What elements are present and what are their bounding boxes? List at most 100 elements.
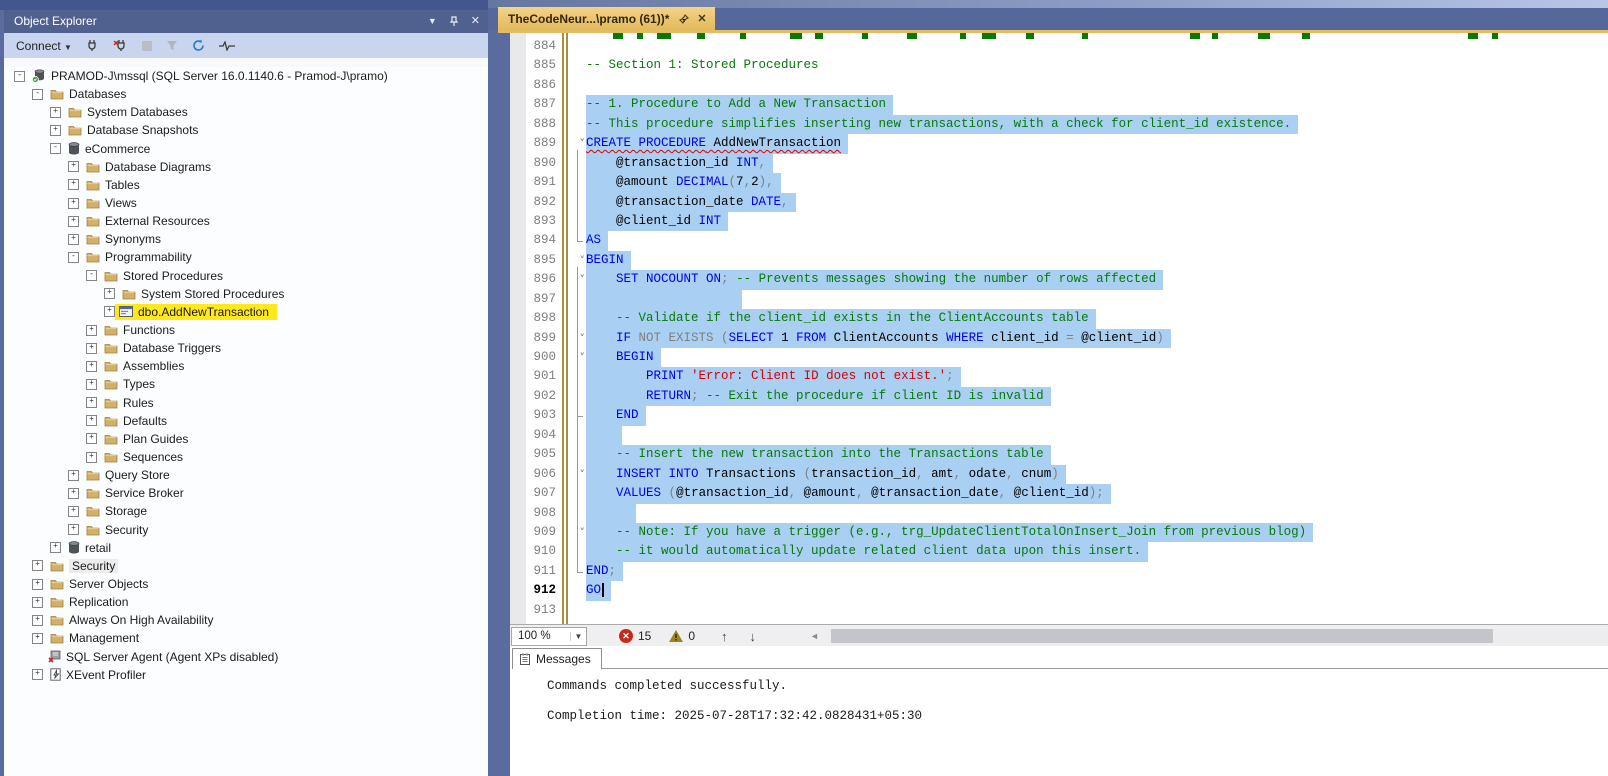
collapse-minus-icon[interactable]: - bbox=[68, 251, 79, 263]
code-line-891[interactable]: 891 @amount DECIMAL(7,2), bbox=[510, 173, 1608, 193]
expand-plus-icon[interactable]: + bbox=[68, 215, 79, 227]
expand-plus-icon[interactable]: + bbox=[50, 106, 61, 118]
fold-chevron-icon[interactable]: ˅ bbox=[580, 330, 586, 347]
expand-plus-icon[interactable]: + bbox=[32, 614, 43, 626]
document-tab[interactable]: TheCodeNeur...\pramo (61))* ✕ bbox=[498, 7, 715, 30]
fold-chevron-icon[interactable]: ˅ bbox=[580, 466, 586, 483]
expand-plus-icon[interactable]: + bbox=[50, 124, 61, 136]
tree-item-sql-server-agent-agent-xps-disabled[interactable]: SQL Server Agent (Agent XPs disabled) bbox=[4, 648, 488, 666]
expand-plus-icon[interactable]: + bbox=[32, 669, 43, 681]
code-line-911[interactable]: 911 END; bbox=[510, 561, 1608, 582]
code-line-892[interactable]: 892 @transaction_date DATE, bbox=[510, 192, 1608, 212]
tab-messages[interactable]: Messages bbox=[512, 648, 602, 669]
tree-item-defaults[interactable]: + Defaults bbox=[4, 412, 488, 430]
expand-plus-icon[interactable]: + bbox=[104, 288, 115, 300]
scrollbar-thumb[interactable] bbox=[830, 629, 1493, 643]
scroll-left-arrow-icon[interactable]: ◄ bbox=[810, 631, 819, 641]
tree-item-query-store[interactable]: + Query Store bbox=[4, 466, 488, 484]
tree-item-stored-procedures[interactable]: - Stored Procedures bbox=[4, 267, 488, 285]
expand-plus-icon[interactable]: + bbox=[86, 451, 97, 463]
code-line-888[interactable]: 888 -- This procedure simplifies insertin… bbox=[510, 114, 1608, 135]
pin-icon[interactable] bbox=[678, 13, 690, 24]
tree-item-system-stored-procedures[interactable]: + System Stored Procedures bbox=[4, 285, 488, 303]
tree-item-management[interactable]: + Management bbox=[4, 629, 488, 647]
tree-item-pramod-j-mssql-sql-server-16-0-1140-6-pr[interactable]: - PRAMOD-J\mssql (SQL Server 16.0.1140.6 … bbox=[4, 67, 488, 85]
tree-item-types[interactable]: + Types bbox=[4, 375, 488, 393]
horizontal-scrollbar[interactable] bbox=[826, 629, 1608, 643]
tree-item-security[interactable]: + Security bbox=[4, 557, 488, 575]
collapse-minus-icon[interactable]: - bbox=[32, 88, 43, 100]
code-line-906[interactable]: 906 ˅ INSERT INTO Transactions (transacti… bbox=[510, 464, 1608, 485]
tree-item-retail[interactable]: + retail bbox=[4, 539, 488, 557]
close-icon[interactable]: ✕ bbox=[697, 12, 706, 25]
tree-item-databases[interactable]: - Databases bbox=[4, 85, 488, 103]
fold-chevron-icon[interactable]: ˅ bbox=[580, 252, 586, 269]
window-position-chevron-icon[interactable]: ▼ bbox=[428, 10, 437, 33]
prev-error-arrow-icon[interactable]: ↑ bbox=[721, 629, 728, 644]
tree-item-ecommerce[interactable]: - eCommerce bbox=[4, 140, 488, 158]
fold-chevron-icon[interactable]: ˅ bbox=[580, 349, 586, 366]
tree-item-database-snapshots[interactable]: + Database Snapshots bbox=[4, 121, 488, 139]
expand-plus-icon[interactable]: + bbox=[68, 505, 79, 517]
code-line-907[interactable]: 907 VALUES (@transaction_id, @amount, @t… bbox=[510, 484, 1608, 504]
object-explorer-titlebar[interactable]: Object Explorer ▼ ✕ bbox=[4, 10, 488, 33]
fold-chevron-icon[interactable]: ˅ bbox=[580, 135, 586, 152]
code-line-894[interactable]: 894 AS bbox=[510, 231, 1608, 251]
expand-plus-icon[interactable]: + bbox=[86, 415, 97, 427]
tree-item-sequences[interactable]: + Sequences bbox=[4, 448, 488, 466]
tree-item-dbo-addnewtransaction[interactable]: + dbo.AddNewTransaction bbox=[4, 303, 488, 321]
code-line-898[interactable]: 898 -- Validate if the client_id exists … bbox=[510, 309, 1608, 329]
expand-plus-icon[interactable]: + bbox=[32, 560, 43, 572]
code-line-896[interactable]: 896 ˅ SET NOCOUNT ON; -- Prevents message… bbox=[510, 270, 1608, 290]
fold-chevron-icon[interactable]: ˅ bbox=[580, 271, 586, 288]
tree-item-tables[interactable]: + Tables bbox=[4, 176, 488, 194]
tree-item-synonyms[interactable]: + Synonyms bbox=[4, 230, 488, 248]
code-line-897[interactable]: 897 bbox=[510, 289, 1608, 310]
code-line-895[interactable]: 895 ˅ BEGIN bbox=[510, 250, 1608, 271]
code-line-887[interactable]: 887 -- 1. Procedure to Add a New Transact… bbox=[510, 95, 1608, 115]
expand-plus-icon[interactable]: + bbox=[104, 306, 115, 318]
tree-item-replication[interactable]: + Replication bbox=[4, 593, 488, 611]
expand-plus-icon[interactable]: + bbox=[86, 433, 97, 445]
refresh-icon[interactable] bbox=[192, 39, 205, 52]
code-line-903[interactable]: 903 END bbox=[510, 406, 1608, 426]
code-line-912[interactable]: 912 GO bbox=[510, 581, 1608, 601]
code-line-893[interactable]: 893 @client_id INT bbox=[510, 211, 1608, 232]
tree-item-rules[interactable]: + Rules bbox=[4, 394, 488, 412]
expand-plus-icon[interactable]: + bbox=[86, 397, 97, 409]
code-line-908[interactable]: 908 bbox=[510, 503, 1608, 523]
expand-plus-icon[interactable]: + bbox=[32, 578, 43, 590]
code-line-902[interactable]: 902 RETURN; -- Exit the procedure if cli… bbox=[510, 386, 1608, 407]
tree-item-system-databases[interactable]: + System Databases bbox=[4, 103, 488, 121]
pin-icon[interactable] bbox=[449, 16, 459, 27]
error-icon[interactable]: ✕ bbox=[619, 629, 633, 643]
tree-item-security[interactable]: + Security bbox=[4, 521, 488, 539]
expand-plus-icon[interactable]: + bbox=[68, 179, 79, 191]
code-line-909[interactable]: 909 ˅ -- Note: If you have a trigger (e.g… bbox=[510, 522, 1608, 543]
expand-plus-icon[interactable]: + bbox=[86, 378, 97, 390]
expand-plus-icon[interactable]: + bbox=[86, 324, 97, 336]
collapse-minus-icon[interactable]: - bbox=[14, 70, 25, 82]
expand-plus-icon[interactable]: + bbox=[68, 161, 79, 173]
tree-item-always-on-high-availability[interactable]: + Always On High Availability bbox=[4, 611, 488, 629]
expand-plus-icon[interactable]: + bbox=[86, 342, 97, 354]
code-editor[interactable]: 884 885 -- Section 1: Stored Procedures 886… bbox=[510, 33, 1608, 624]
code-line-910[interactable]: 910 -- it would automatically update rel… bbox=[510, 542, 1608, 562]
code-line-899[interactable]: 899 ˅ IF NOT EXISTS (SELECT 1 FROM Client… bbox=[510, 328, 1608, 348]
tree-item-xevent-profiler[interactable]: + XEvent Profiler bbox=[4, 666, 488, 684]
warning-icon[interactable] bbox=[669, 630, 684, 642]
tree-item-database-diagrams[interactable]: + Database Diagrams bbox=[4, 158, 488, 176]
expand-plus-icon[interactable]: + bbox=[32, 632, 43, 644]
code-line-901[interactable]: 901 PRINT 'Error: Client ID does not exi… bbox=[510, 367, 1608, 387]
connect-plug-icon[interactable] bbox=[86, 39, 99, 52]
tree-item-server-objects[interactable]: + Server Objects bbox=[4, 575, 488, 593]
expand-plus-icon[interactable]: + bbox=[68, 233, 79, 245]
tree-item-external-resources[interactable]: + External Resources bbox=[4, 212, 488, 230]
expand-plus-icon[interactable]: + bbox=[68, 469, 79, 481]
zoom-select[interactable]: 100 % ▼ bbox=[511, 626, 587, 646]
collapse-minus-icon[interactable]: - bbox=[50, 143, 61, 155]
expand-plus-icon[interactable]: + bbox=[68, 197, 79, 209]
code-line-889[interactable]: 889 ˅ CREATE PROCEDURE AddNewTransaction bbox=[510, 134, 1608, 154]
collapse-minus-icon[interactable]: - bbox=[86, 270, 97, 282]
fold-chevron-icon[interactable]: ˅ bbox=[580, 524, 586, 541]
